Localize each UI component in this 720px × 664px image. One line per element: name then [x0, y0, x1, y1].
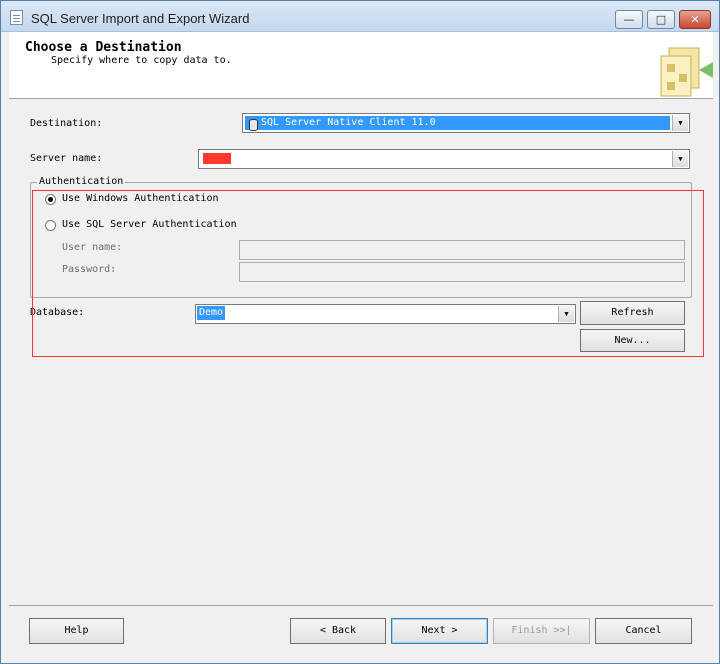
sql-auth-label[interactable]: Use SQL Server Authentication [62, 219, 237, 230]
server-name-label: Server name: [30, 153, 103, 164]
minimize-button[interactable]: — [615, 10, 643, 29]
maximize-button[interactable]: □ [647, 10, 675, 29]
wizard-content: Destination: SQL Server Native Client 11… [9, 100, 713, 606]
wizard-graphic-icon [660, 47, 713, 97]
back-button[interactable]: < Back [290, 618, 386, 644]
chevron-down-icon[interactable]: ▼ [672, 115, 688, 131]
password-label: Password: [62, 264, 117, 275]
close-icon: ✕ [690, 13, 700, 26]
wizard-header: Choose a Destination Specify where to co… [9, 32, 713, 99]
redaction-mark [203, 153, 231, 164]
maximize-icon: □ [655, 13, 667, 26]
finish-button: Finish >>| [493, 618, 590, 644]
refresh-button[interactable]: Refresh [580, 301, 685, 325]
app-icon [10, 10, 23, 25]
minimize-icon: — [623, 13, 635, 26]
server-name-select[interactable]: . ▼ [198, 149, 690, 169]
windows-auth-label[interactable]: Use Windows Authentication [62, 193, 219, 204]
database-select[interactable]: Demo ▼ [195, 304, 576, 324]
chevron-down-icon[interactable]: ▼ [672, 151, 688, 167]
next-button[interactable]: Next > [391, 618, 488, 644]
destination-select[interactable]: SQL Server Native Client 11.0 ▼ [242, 113, 690, 133]
destination-label: Destination: [30, 118, 103, 129]
database-icon [249, 119, 258, 131]
database-label: Database: [30, 307, 85, 318]
cancel-button[interactable]: Cancel [595, 618, 692, 644]
chevron-down-icon[interactable]: ▼ [558, 306, 574, 322]
page-title: Choose a Destination [25, 40, 182, 55]
username-label: User name: [62, 242, 123, 253]
new-database-button[interactable]: New... [580, 329, 685, 352]
password-input[interactable] [239, 262, 685, 282]
title-bar[interactable]: SQL Server Import and Export Wizard — □ … [1, 1, 719, 32]
wizard-window: SQL Server Import and Export Wizard — □ … [0, 0, 720, 664]
authentication-legend: Authentication [37, 176, 126, 187]
page-subtitle: Specify where to copy data to. [51, 55, 232, 66]
close-button[interactable]: ✕ [679, 10, 711, 29]
windows-auth-radio[interactable] [45, 194, 56, 205]
database-selected: Demo [197, 306, 226, 320]
window-title: SQL Server Import and Export Wizard [31, 11, 250, 26]
destination-selected: SQL Server Native Client 11.0 [245, 116, 670, 131]
sql-auth-radio[interactable] [45, 220, 56, 231]
username-input[interactable] [239, 240, 685, 260]
help-button[interactable]: Help [29, 618, 124, 644]
